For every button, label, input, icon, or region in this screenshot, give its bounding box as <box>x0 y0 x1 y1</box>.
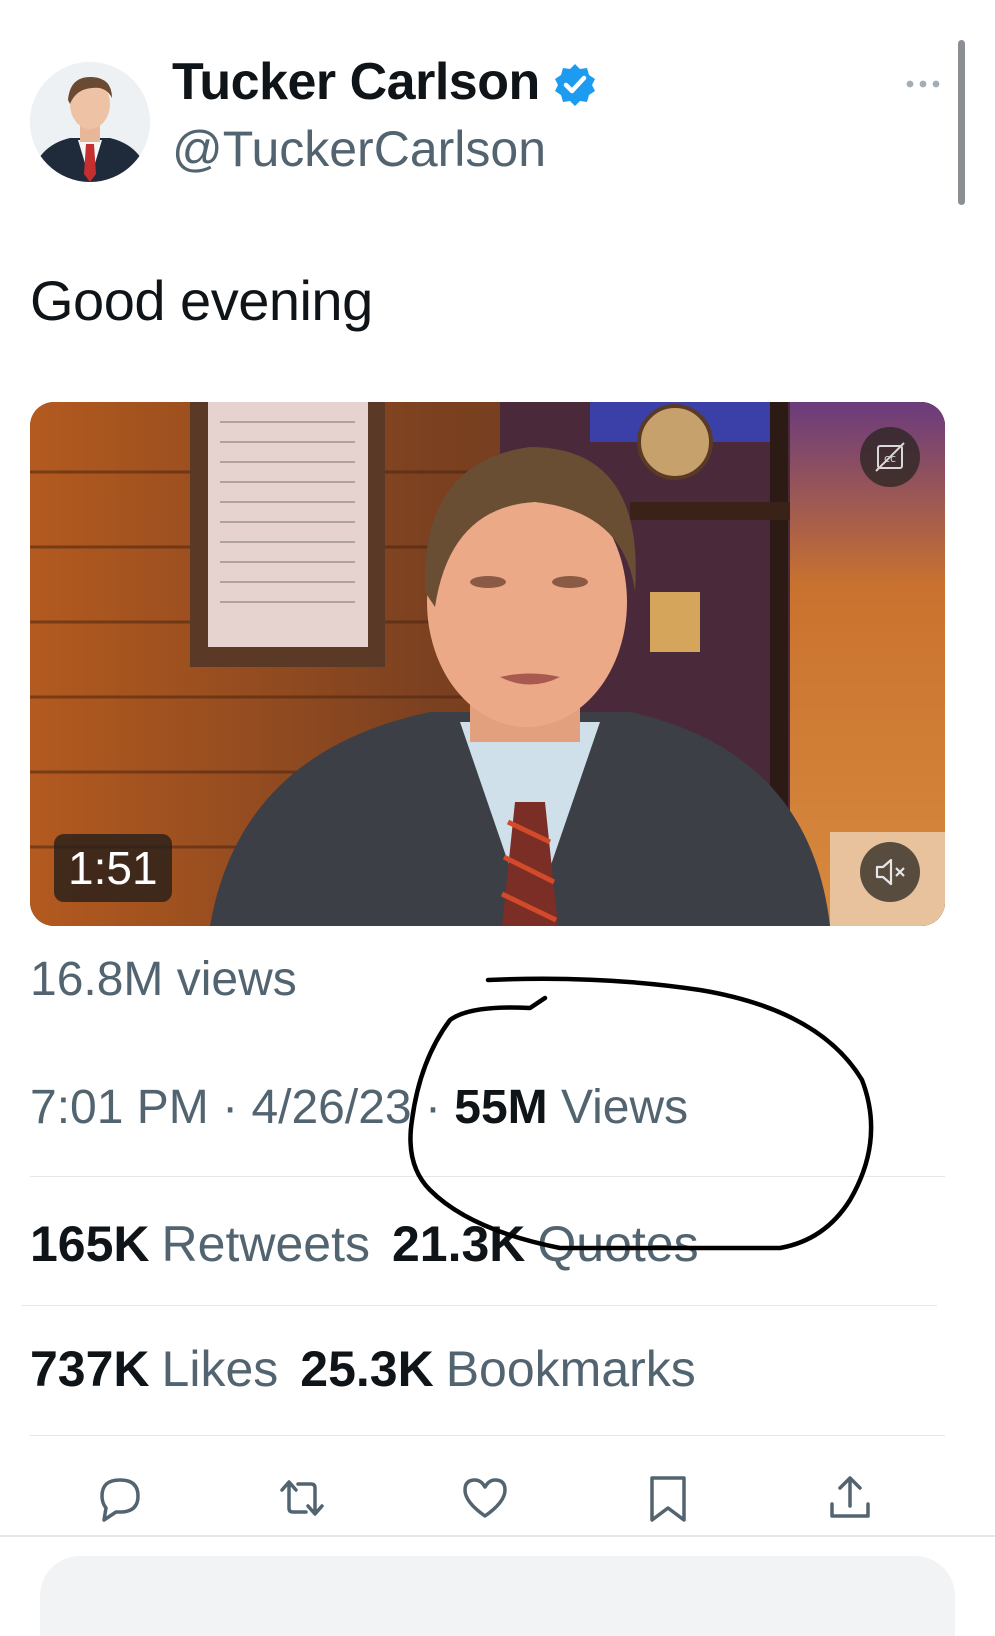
divider <box>0 1535 995 1537</box>
hand-drawn-circle-annotation <box>408 976 874 1251</box>
share-icon[interactable] <box>822 1470 878 1526</box>
reply-composer-bar[interactable] <box>40 1556 955 1636</box>
retweet-icon[interactable] <box>274 1470 330 1526</box>
bookmark-icon[interactable] <box>640 1470 696 1526</box>
like-icon[interactable] <box>457 1470 513 1526</box>
reply-icon[interactable] <box>92 1470 148 1526</box>
